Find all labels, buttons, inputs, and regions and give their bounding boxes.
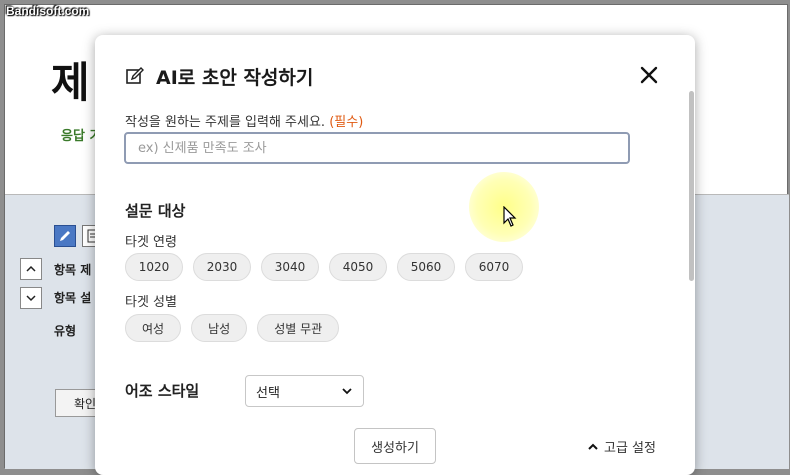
ai-draft-dialog: AI로 초안 작성하기 작성을 원하는 주제를 입력해 주세요. (필수) 설문… bbox=[95, 35, 695, 475]
page-title: 제 bbox=[51, 58, 90, 107]
age-options: 1020 2030 3040 4050 5060 6070 bbox=[125, 253, 523, 281]
chevron-up-icon bbox=[26, 265, 36, 272]
pencil-icon bbox=[60, 231, 70, 241]
pencil-icon bbox=[126, 67, 144, 84]
dialog-title: AI로 초안 작성하기 bbox=[156, 67, 314, 89]
topic-prompt-text: 작성을 원하는 주제를 입력해 주세요. bbox=[125, 115, 326, 130]
tone-style-value: 선택 bbox=[256, 385, 280, 401]
mouse-pointer-icon bbox=[503, 206, 517, 227]
edit-tool-button[interactable] bbox=[54, 225, 76, 247]
row-label-title: 항목 제 bbox=[54, 263, 92, 277]
row-label-description: 항목 설 bbox=[54, 291, 92, 305]
age-chip-6070[interactable]: 6070 bbox=[465, 253, 523, 281]
dialog-scrollbar[interactable] bbox=[689, 91, 694, 281]
gender-chip-female[interactable]: 여성 bbox=[125, 314, 182, 342]
dialog-header: AI로 초안 작성하기 bbox=[95, 35, 695, 115]
close-icon[interactable] bbox=[639, 65, 659, 85]
topic-prompt-label: 작성을 원하는 주제를 입력해 주세요. (필수) bbox=[125, 111, 363, 130]
tone-style-select[interactable]: 선택 bbox=[245, 375, 364, 407]
age-label: 타겟 연령 bbox=[125, 235, 177, 250]
age-chip-1020[interactable]: 1020 bbox=[125, 253, 183, 281]
required-mark: (필수) bbox=[329, 115, 364, 130]
gender-label: 타겟 성별 bbox=[125, 295, 177, 310]
advanced-settings-label: 고급 설정 bbox=[604, 441, 656, 456]
audience-section-title: 설문 대상 bbox=[125, 202, 186, 220]
generate-button[interactable]: 생성하기 bbox=[354, 428, 436, 464]
age-chip-5060[interactable]: 5060 bbox=[397, 253, 455, 281]
recorder-watermark: Bandisoft.com bbox=[6, 4, 90, 18]
advanced-settings-toggle[interactable]: 고급 설정 bbox=[587, 437, 656, 456]
chevron-down-icon bbox=[26, 295, 36, 302]
row-label-type: 유형 bbox=[54, 324, 77, 338]
chevron-up-icon bbox=[588, 443, 598, 450]
age-chip-3040[interactable]: 3040 bbox=[261, 253, 319, 281]
topic-input[interactable] bbox=[124, 132, 630, 164]
tone-style-label: 어조 스타일 bbox=[125, 382, 200, 400]
age-chip-2030[interactable]: 2030 bbox=[193, 253, 251, 281]
chevron-down-icon bbox=[342, 388, 352, 395]
age-chip-4050[interactable]: 4050 bbox=[329, 253, 387, 281]
gender-chip-male[interactable]: 남성 bbox=[191, 314, 248, 342]
gender-chip-any[interactable]: 성별 무관 bbox=[257, 314, 340, 342]
move-down-button[interactable] bbox=[20, 287, 42, 309]
move-up-button[interactable] bbox=[20, 258, 42, 280]
gender-options: 여성 남성 성별 무관 bbox=[125, 314, 340, 342]
